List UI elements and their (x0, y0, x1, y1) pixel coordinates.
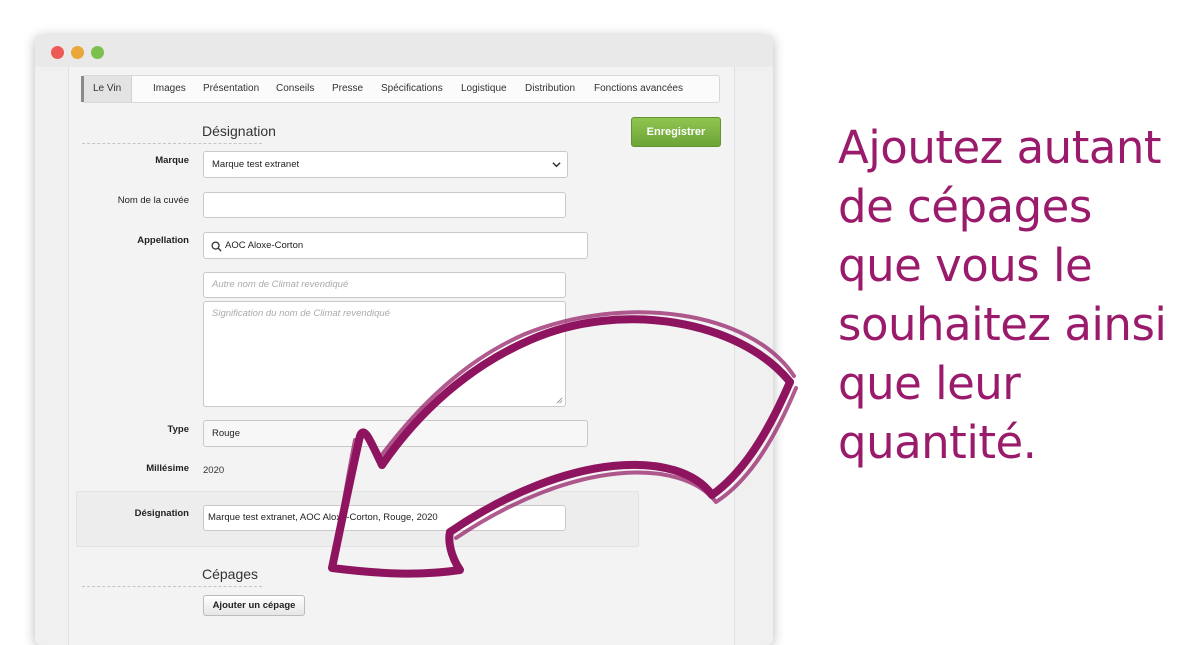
marque-select[interactable]: Marque test extranet (203, 151, 568, 178)
label-millesime: Millésime (146, 463, 189, 474)
chevron-down-icon (552, 162, 561, 168)
climat-name-placeholder: Autre nom de Climat revendiqué (212, 279, 349, 290)
promo-line: Ajoutez autant (838, 121, 1162, 174)
section-divider (82, 143, 262, 144)
search-icon (211, 241, 222, 252)
tab-fonctions-avancees[interactable]: Fonctions avancées (594, 76, 683, 102)
window-titlebar (35, 35, 773, 67)
tab-specifications[interactable]: Spécifications (381, 76, 443, 102)
section-title-designation: Désignation (202, 123, 276, 139)
promo-line: que leur (838, 357, 1021, 410)
promo-line: quantité. (838, 416, 1037, 469)
section-divider (82, 586, 262, 587)
promo-line: souhaitez ainsi (838, 298, 1167, 351)
tab-logistique[interactable]: Logistique (461, 76, 507, 102)
add-cepage-button[interactable]: Ajouter un cépage (203, 595, 305, 616)
tab-conseils[interactable]: Conseils (276, 76, 314, 102)
promo-line: que vous le (838, 239, 1093, 292)
label-nom-cuvee: Nom de la cuvée (117, 195, 189, 206)
window-minimize-dot[interactable] (71, 46, 84, 59)
tab-le-vin[interactable]: Le Vin (80, 76, 133, 102)
label-type: Type (167, 424, 189, 435)
tab-presse[interactable]: Presse (332, 76, 363, 102)
label-designation: Désignation (134, 508, 189, 519)
curved-arrow (328, 310, 798, 578)
appellation-search-input[interactable]: AOC Aloxe-Corton (203, 232, 588, 259)
marque-select-value: Marque test extranet (212, 159, 300, 170)
climat-name-input[interactable]: Autre nom de Climat revendiqué (203, 272, 566, 298)
label-marque: Marque (155, 155, 189, 166)
tab-presentation[interactable]: Présentation (203, 76, 259, 102)
type-select-value: Rouge (212, 428, 240, 439)
save-button[interactable]: Enregistrer (631, 117, 721, 147)
section-title-cepages: Cépages (202, 566, 259, 582)
nom-cuvee-input[interactable] (203, 192, 566, 218)
promo-text: Ajoutez autant de cépages que vous le so… (838, 118, 1178, 472)
appellation-value: AOC Aloxe-Corton (225, 240, 304, 251)
millesime-value: 2020 (203, 465, 225, 476)
tab-bar: Le Vin Images Présentation Conseils Pres… (80, 75, 720, 103)
label-appellation: Appellation (137, 235, 189, 246)
promo-line: de cépages (838, 180, 1092, 233)
tab-images[interactable]: Images (153, 76, 186, 102)
window-maximize-dot[interactable] (91, 46, 104, 59)
window-close-dot[interactable] (51, 46, 64, 59)
tab-distribution[interactable]: Distribution (525, 76, 575, 102)
